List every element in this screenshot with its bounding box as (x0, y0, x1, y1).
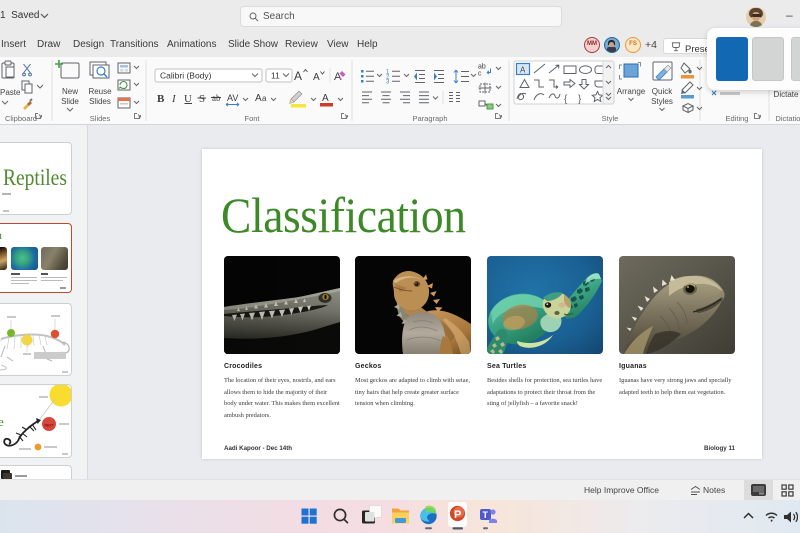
svg-text:S: S (199, 93, 205, 105)
svg-text:I: I (171, 93, 177, 105)
svg-text:Slides: Slides (89, 97, 111, 106)
svg-text:Slides: Slides (90, 114, 111, 123)
svg-text:A: A (313, 72, 320, 83)
svg-text:A: A (294, 69, 302, 83)
svg-text:Calibri (Body): Calibri (Body) (160, 71, 212, 81)
svg-text:A: A (322, 93, 329, 104)
svg-text:Style: Style (602, 114, 619, 123)
svg-text:Paragraph: Paragraph (412, 114, 447, 123)
svg-text:a: a (262, 94, 267, 103)
svg-text:New: New (62, 87, 78, 96)
svg-text:Paste: Paste (0, 88, 21, 97)
svg-text:Font: Font (244, 114, 260, 123)
svg-text:c: c (478, 71, 482, 78)
svg-text:NEXT: NEXT (45, 424, 55, 428)
svg-text:Arrange: Arrange (617, 87, 646, 96)
svg-text:B: B (157, 93, 165, 105)
svg-text:3: 3 (386, 80, 390, 86)
svg-text:T: T (483, 510, 489, 520)
svg-text:Reuse: Reuse (88, 87, 112, 96)
svg-text:Editing: Editing (726, 114, 749, 123)
svg-text:A: A (255, 93, 262, 104)
svg-text:A: A (520, 66, 526, 75)
svg-text:11: 11 (271, 71, 280, 81)
svg-text:Dictate: Dictate (774, 90, 799, 99)
svg-text:Styles: Styles (651, 97, 673, 106)
svg-text:P: P (454, 509, 461, 521)
svg-text:Clipboard: Clipboard (5, 114, 37, 123)
svg-text:Slide: Slide (61, 97, 79, 106)
svg-text:Quick: Quick (652, 87, 673, 96)
svg-text:ab: ab (478, 64, 486, 71)
svg-text:AV: AV (227, 93, 238, 103)
svg-text:Dictation: Dictation (775, 114, 800, 123)
svg-text:e: e (0, 414, 4, 429)
